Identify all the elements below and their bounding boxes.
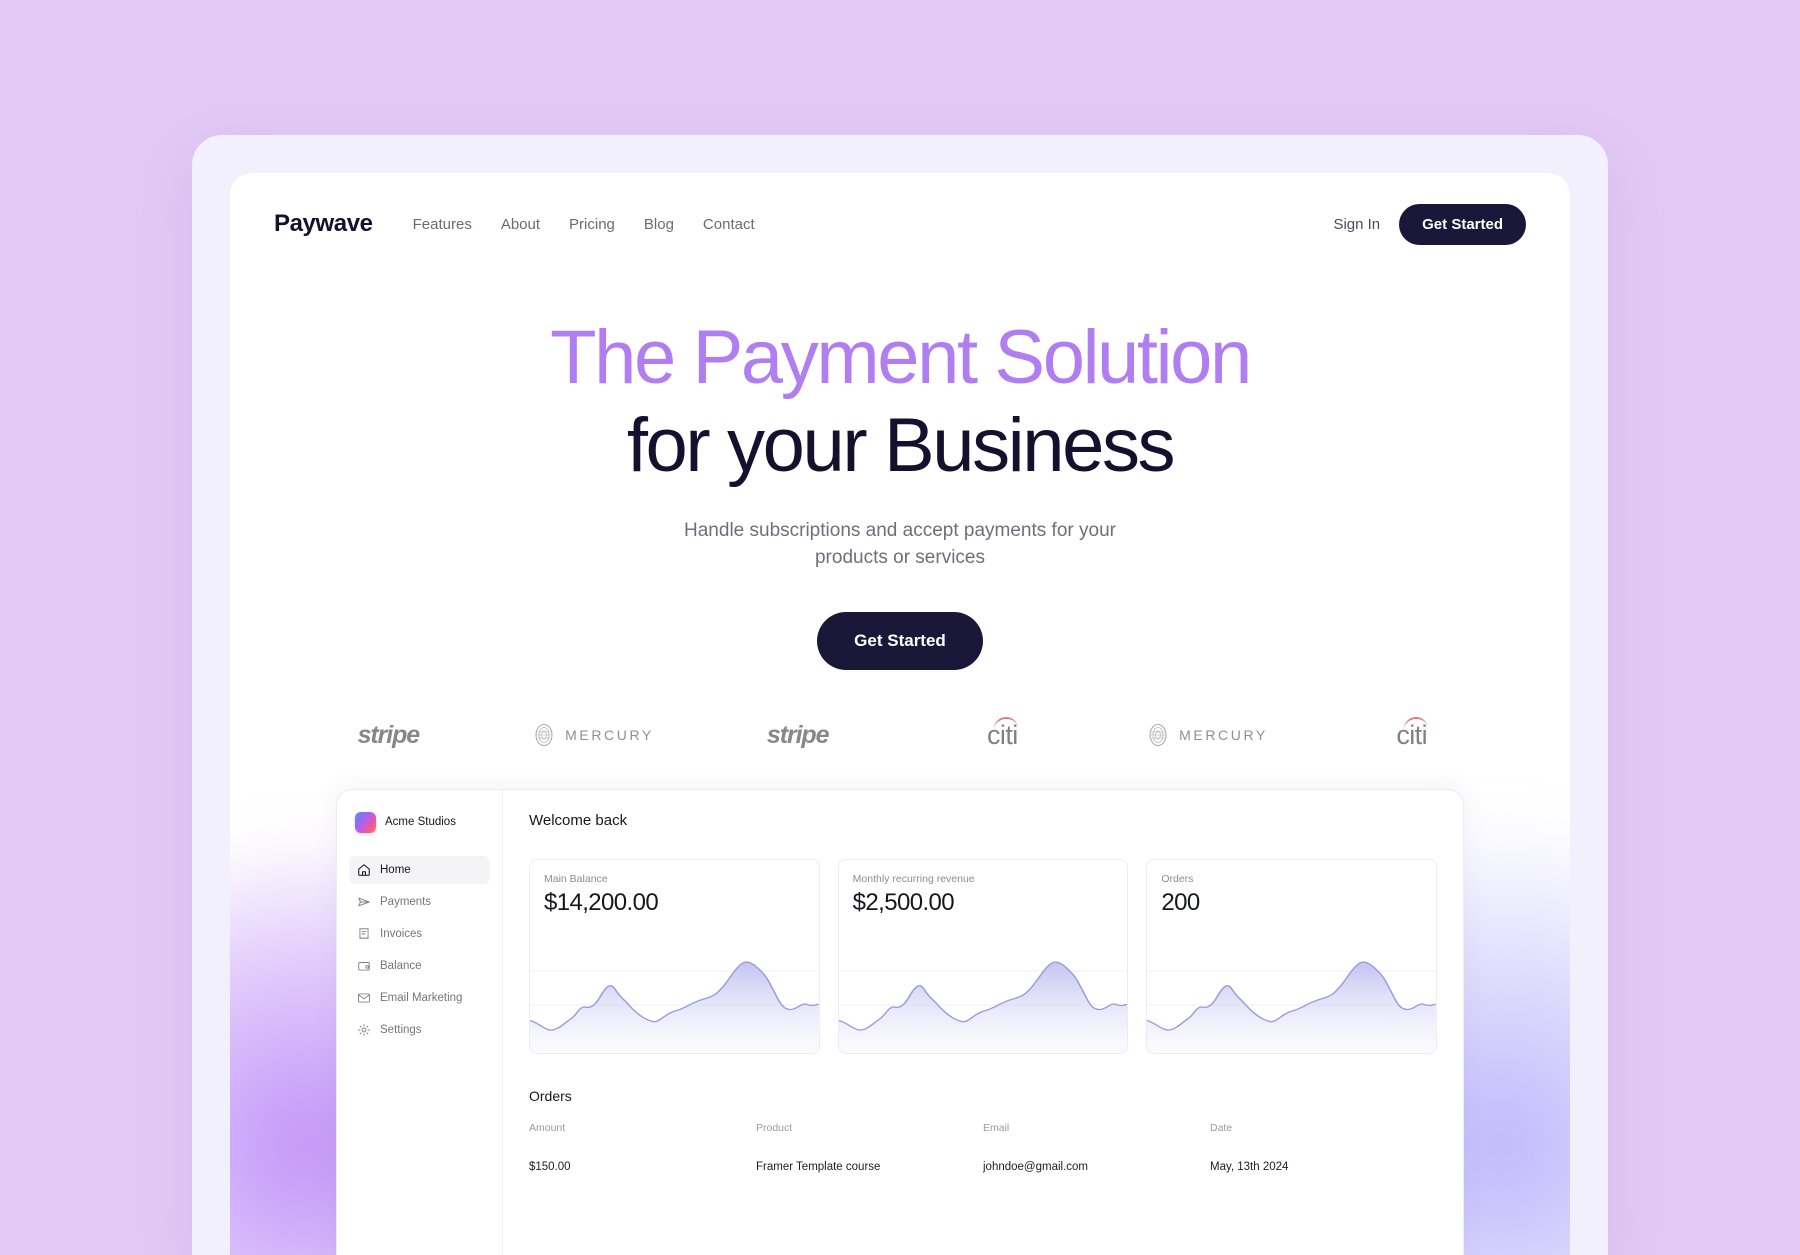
table-header-row: Amount Product Email Date [529,1122,1437,1150]
citi-arc-icon [993,715,1019,731]
logo-citi-1: citi [900,715,1105,751]
get-started-nav-button[interactable]: Get Started [1399,203,1526,245]
table-row[interactable]: $150.00 Framer Template course johndoe@g… [529,1150,1437,1173]
nav-links: Features About Pricing Blog Contact [413,216,755,233]
nav-item-pricing[interactable]: Pricing [569,216,615,233]
sidebar-label-home: Home [380,863,411,876]
sidebar-item-invoices[interactable]: Invoices [349,920,490,948]
envelope-icon [357,993,371,1003]
stat-label: Orders [1161,872,1194,885]
nav-item-blog[interactable]: Blog [644,216,674,233]
stripe-wordmark-icon: stripe [357,720,421,749]
stat-label: Monthly recurring revenue [852,872,975,885]
dashboard-main: Welcome back Main Balance $14,200.00 Mon… [503,790,1463,1255]
sign-in-link[interactable]: Sign In [1333,216,1380,233]
column-header-amount: Amount [529,1121,566,1134]
hero-cta-wrap: Get Started [230,611,1570,670]
logo-paywave[interactable]: Paywave [274,210,373,238]
stat-value: $14,200.00 [544,888,659,916]
home-icon [358,864,370,876]
orders-table: Amount Product Email Date $150.00 Framer… [529,1122,1437,1173]
sidebar-nav: Home Payments Invoices Balance Email Mar… [349,855,490,1044]
headline-line-2: for your Business [626,402,1176,488]
mercury-wordmark-icon: MERCURY [1179,727,1268,744]
stat-value: $2,500.00 [852,888,955,916]
sidebar-item-settings[interactable]: Settings [349,1016,490,1044]
stat-value: 200 [1161,888,1200,916]
cell-email: johndoe@gmail.com [983,1160,1089,1173]
dashboard-sidebar: Acme Studios Home Payments Invoices Bala… [337,789,503,1255]
citi-wordmark-icon: citi [1396,715,1428,751]
stat-card-mrr: Monthly recurring revenue $2,500.00 [837,858,1129,1054]
dashboard-preview: Acme Studios Home Payments Invoices Bala… [336,788,1464,1255]
hero-section: The Payment Solution for your Business H… [230,247,1570,670]
sidebar-item-payments[interactable]: Payments [349,888,490,916]
wallet-icon [358,962,370,971]
sidebar-label-payments: Payments [380,895,432,908]
workspace-switcher[interactable]: Acme Studios [349,808,490,833]
logo-citi-2: citi [1309,715,1514,751]
welcome-heading: Welcome back [529,811,628,829]
column-header-email: Email [983,1121,1010,1134]
mercury-wordmark-icon: MERCURY [565,727,654,744]
nav-item-contact[interactable]: Contact [703,216,755,233]
logo-mercury-1: MERCURY [491,723,696,747]
workspace-name: Acme Studios [385,816,456,829]
sparkline-chart-main-balance [530,961,819,1053]
logo-mercury-2: MERCURY [1105,723,1310,747]
citi-wordmark-icon: citi [987,715,1019,751]
page-title: The Payment Solution for your Business [230,319,1570,484]
stat-label: Main Balance [544,872,608,885]
sidebar-item-balance[interactable]: Balance [349,952,490,980]
hero-subtitle: Handle subscriptions and accept payments… [684,520,1116,568]
stripe-wordmark-icon: stripe [766,720,830,749]
mercury-orb-icon [535,724,553,747]
column-header-product: Product [756,1121,793,1134]
get-started-hero-button[interactable]: Get Started [817,611,983,670]
partner-logo-strip: stripe MERCURY stripe citi MERCURY citi [230,715,1570,751]
sidebar-item-email-marketing[interactable]: Email Marketing [349,984,490,1012]
sparkline-chart-mrr [838,961,1128,1053]
gear-icon [357,1023,371,1036]
cell-product: Framer Template course [756,1160,881,1173]
cell-date: May, 13th 2024 [1210,1160,1289,1173]
sidebar-item-home[interactable]: Home [349,855,490,884]
sidebar-label-invoices: Invoices [380,927,423,940]
sidebar-label-email-marketing: Email Marketing [380,991,463,1004]
sparkline-chart-orders [1147,961,1437,1053]
nav-actions: Sign In Get Started [1333,203,1526,245]
nav-item-features[interactable]: Features [413,216,472,233]
headline-line-1: The Payment Solution [550,315,1252,400]
logo-stripe-2: stripe [695,721,900,750]
mercury-orb-icon [1149,724,1167,747]
paper-plane-icon [358,897,370,907]
orders-heading: Orders [529,1087,572,1104]
stat-card-row: Main Balance $14,200.00 Monthly recurrin… [529,858,1438,1054]
stat-card-main-balance: Main Balance $14,200.00 [529,858,820,1054]
top-navigation: Paywave Features About Pricing Blog Cont… [230,173,1570,247]
sidebar-label-balance: Balance [380,959,422,972]
acme-logo-icon [355,811,376,833]
logo-stripe-1: stripe [286,721,491,750]
stat-card-orders: Orders 200 [1146,858,1438,1054]
citi-arc-icon [1402,715,1428,731]
receipt-icon [359,928,369,940]
landing-page: Paywave Features About Pricing Blog Cont… [230,173,1570,1255]
browser-frame: Paywave Features About Pricing Blog Cont… [192,135,1608,1255]
sidebar-label-settings: Settings [380,1023,422,1036]
nav-item-about[interactable]: About [501,216,540,233]
cell-amount: $150.00 [529,1160,571,1173]
column-header-date: Date [1210,1121,1233,1134]
